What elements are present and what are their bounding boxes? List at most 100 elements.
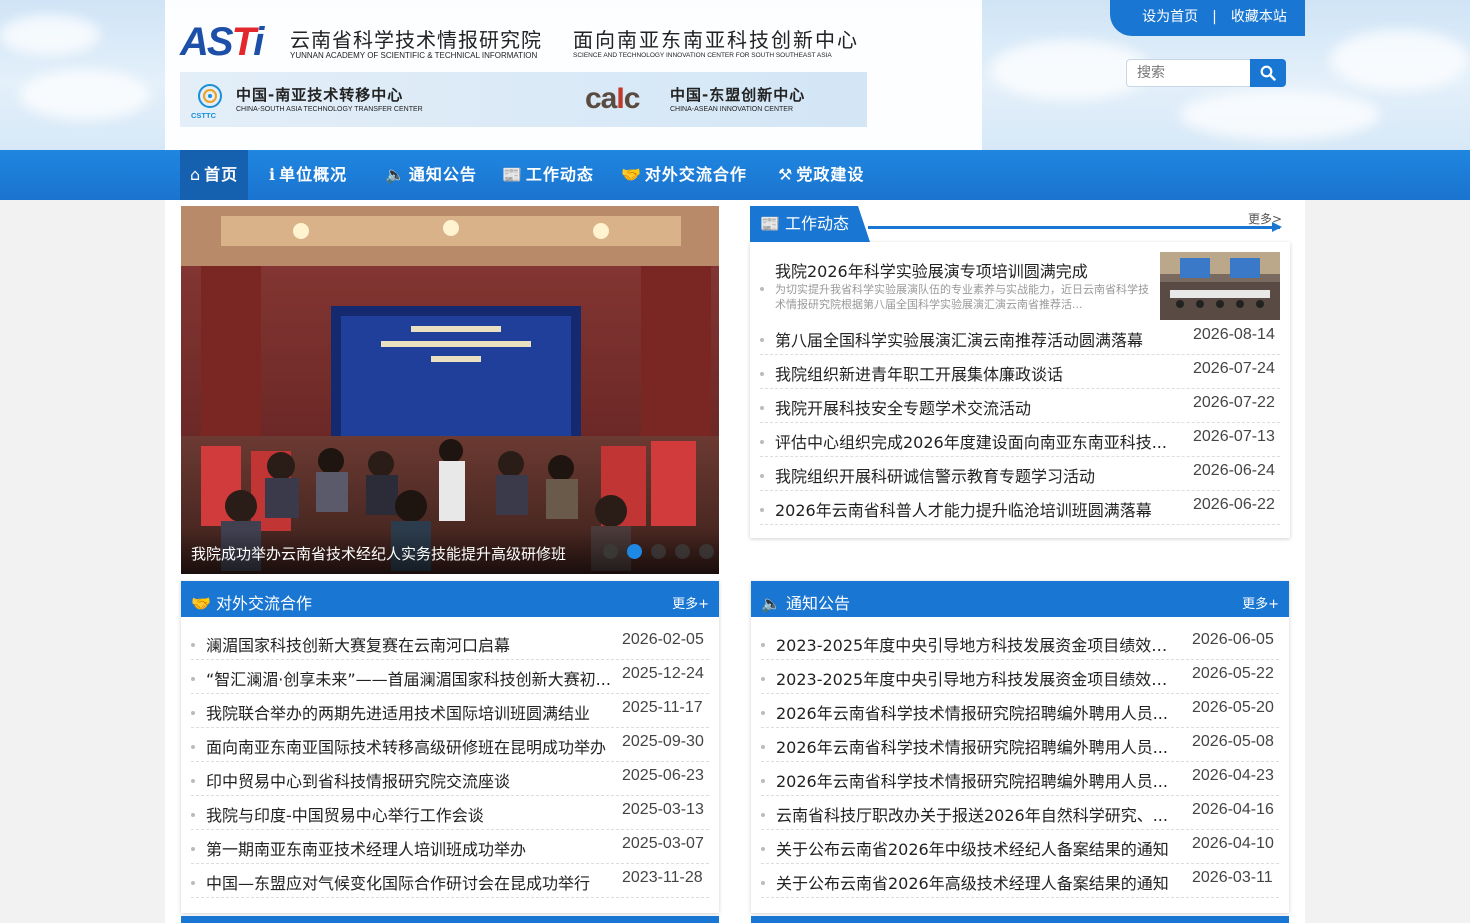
- search-icon: [1260, 65, 1276, 81]
- list-item[interactable]: 关于公布云南省2026年中级技术经纪人备案结果的通知 2026-04-10: [761, 830, 1279, 864]
- list-item-title[interactable]: 2026年云南省科普人才能力提升临沧培训班圆满落幕: [775, 497, 1170, 521]
- list-item[interactable]: 澜湄国家科技创新大赛复赛在云南河口启幕 2026-02-05: [191, 626, 709, 660]
- list-item-title[interactable]: 第一期南亚东南亚技术经理人培训班成功举办: [206, 836, 611, 860]
- caic-logo: caIc: [585, 82, 640, 115]
- list-item-title[interactable]: 我院组织开展科研诚信警示教育专题学习活动: [775, 463, 1170, 487]
- news-slider[interactable]: [181, 206, 719, 574]
- list-item[interactable]: 我院与印度-中国贸易中心举行工作会谈 2025-03-13: [191, 796, 709, 830]
- list-item[interactable]: 关于公布云南省2026年高级技术经理人备案结果的通知 2026-03-11: [761, 864, 1279, 898]
- list-item[interactable]: 中国—东盟应对气候变化国际合作研讨会在昆成功举行 2023-11-28: [191, 864, 709, 898]
- list-item[interactable]: 云南省科技厅职改办关于报送2026年自然科学研究、... 2026-04-16: [761, 796, 1279, 830]
- list-item[interactable]: 我院组织开展科研诚信警示教育专题学习活动 2026-06-24: [760, 457, 1280, 491]
- list-item-title[interactable]: 2026年云南省科学技术情报研究院招聘编外聘用人员...: [776, 700, 1178, 724]
- top-links-bar: 设为首页 | 收藏本站: [1110, 0, 1305, 36]
- slider-dot-5[interactable]: [699, 544, 714, 559]
- nav-item-about[interactable]: ℹ 单位概况: [269, 150, 347, 200]
- nav-item-notices[interactable]: 🔈 通知公告: [385, 150, 477, 200]
- list-item[interactable]: “智汇澜湄·创享未来”——首届澜湄国家科技创新大赛初... 2025-12-24: [191, 660, 709, 694]
- list-item-title[interactable]: 2023-2025年度中央引导地方科技发展资金项目绩效评...: [776, 632, 1178, 656]
- next-panel-header: [751, 916, 1289, 923]
- featured-news-thumbnail[interactable]: [1160, 252, 1280, 320]
- exchange-more-link[interactable]: 更多+: [672, 593, 709, 612]
- slider-dot-1[interactable]: [603, 544, 618, 559]
- list-item-title[interactable]: 我院开展科技安全专题学术交流活动: [775, 395, 1170, 419]
- list-item-title[interactable]: 2026年云南省科学技术情报研究院招聘编外聘用人员...: [776, 768, 1178, 792]
- list-item[interactable]: 我院开展科技安全专题学术交流活动 2026-07-22: [760, 389, 1280, 423]
- list-item-title[interactable]: 关于公布云南省2026年中级技术经纪人备案结果的通知: [776, 836, 1178, 860]
- list-item-title[interactable]: 我院与印度-中国贸易中心举行工作会谈: [206, 802, 611, 826]
- handshake-icon: 🤝: [621, 165, 642, 184]
- list-item-title[interactable]: 第八届全国科学实验展演汇演云南推荐活动圆满落幕: [775, 327, 1170, 351]
- volume-icon: 🔈: [385, 165, 406, 184]
- bullet-icon: [761, 711, 765, 715]
- list-item-title[interactable]: 澜湄国家科技创新大赛复赛在云南河口启幕: [206, 632, 611, 656]
- list-item-title[interactable]: 印中贸易中心到省科技情报研究院交流座谈: [206, 768, 611, 792]
- bullet-icon: [191, 711, 195, 715]
- list-item[interactable]: 2026年云南省科学技术情报研究院招聘编外聘用人员... 2026-05-08: [761, 728, 1279, 762]
- featured-news-title[interactable]: 我院2026年科学实验展演专项培训圆满完成: [775, 258, 1088, 282]
- list-item-title[interactable]: 评估中心组织完成2026年度建设面向南亚东南亚科技...: [775, 429, 1170, 453]
- exchange-panel-header: 🤝 对外交流合作 更多+: [181, 581, 719, 617]
- list-item-date: 2026-07-24: [1193, 360, 1275, 377]
- notices-panel-title[interactable]: 🔈 通知公告: [761, 590, 850, 614]
- list-item[interactable]: 2026年云南省科普人才能力提升临沧培训班圆满落幕 2026-06-22: [760, 491, 1280, 525]
- exchange-panel-title[interactable]: 🤝 对外交流合作: [191, 590, 312, 614]
- cstt-name-en: CHINA-SOUTH ASIA TECHNOLOGY TRANSFER CEN…: [236, 106, 423, 113]
- row-divider: [191, 897, 709, 898]
- list-item-title[interactable]: 我院组织新进青年职工开展集体廉政谈话: [775, 361, 1170, 385]
- list-item[interactable]: 评估中心组织完成2026年度建设面向南亚东南亚科技... 2026-07-13: [760, 423, 1280, 457]
- set-homepage-link[interactable]: 设为首页: [1142, 0, 1198, 36]
- bullet-icon: [760, 372, 764, 376]
- list-item[interactable]: 第八届全国科学实验展演汇演云南推荐活动圆满落幕 2026-08-14: [760, 321, 1280, 355]
- notices-panel-header: 🔈 通知公告 更多+: [751, 581, 1289, 617]
- cstt-name-cn: 中国-南亚技术转移中心: [236, 86, 404, 104]
- list-item[interactable]: 我院联合举办的两期先进适用技术国际培训班圆满结业 2025-11-17: [191, 694, 709, 728]
- slider-dot-2[interactable]: [627, 544, 642, 559]
- nav-item-party[interactable]: ⚒ 党政建设: [778, 150, 864, 200]
- list-item-date: 2025-03-13: [622, 801, 704, 818]
- nav-item-work-news[interactable]: 📰 工作动态: [502, 150, 594, 200]
- asti-logo[interactable]: ASTi: [180, 22, 264, 62]
- next-panel-header: [181, 916, 719, 923]
- notices-more-link[interactable]: 更多+: [1242, 593, 1279, 612]
- work-news-title[interactable]: 📰 工作动态: [750, 206, 870, 242]
- newspaper-icon: 📰: [502, 165, 523, 184]
- list-item[interactable]: 印中贸易中心到省科技情报研究院交流座谈 2025-06-23: [191, 762, 709, 796]
- search-input[interactable]: [1126, 59, 1250, 87]
- list-item-date: 2026-08-14: [1193, 326, 1275, 343]
- list-item-title[interactable]: 面向南亚东南亚国际技术转移高级研修班在昆明成功举办: [206, 734, 611, 758]
- list-item[interactable]: 面向南亚东南亚国际技术转移高级研修班在昆明成功举办 2025-09-30: [191, 728, 709, 762]
- list-item-date: 2026-05-22: [1192, 665, 1274, 682]
- bullet-icon: [761, 745, 765, 749]
- nav-item-home[interactable]: ⌂ 首页: [180, 150, 249, 200]
- caic-name-en: CHINA-ASEAN INNOVATION CENTER: [670, 106, 794, 113]
- list-item[interactable]: 2026年云南省科学技术情报研究院招聘编外聘用人员... 2026-04-23: [761, 762, 1279, 796]
- list-item[interactable]: 2023-2025年度中央引导地方科技发展资金项目绩效评... 2026-05-2…: [761, 660, 1279, 694]
- bullet-icon: [760, 440, 764, 444]
- bookmark-site-link[interactable]: 收藏本站: [1231, 0, 1287, 36]
- list-item-date: 2026-05-08: [1192, 733, 1274, 750]
- list-item[interactable]: 我院组织新进青年职工开展集体廉政谈话 2026-07-24: [760, 355, 1280, 389]
- nav-item-exchange[interactable]: 🤝 对外交流合作: [621, 150, 747, 200]
- list-item-date: 2026-02-05: [622, 631, 704, 648]
- search-button[interactable]: [1250, 59, 1286, 87]
- list-item-title[interactable]: 云南省科技厅职改办关于报送2026年自然科学研究、...: [776, 802, 1178, 826]
- list-item-title[interactable]: 中国—东盟应对气候变化国际合作研讨会在昆成功举行: [206, 870, 611, 894]
- list-item-title[interactable]: 我院联合举办的两期先进适用技术国际培训班圆满结业: [206, 700, 611, 724]
- work-news-more-link[interactable]: 更多>: [1248, 210, 1282, 227]
- list-item-title[interactable]: 2026年云南省科学技术情报研究院招聘编外聘用人员...: [776, 734, 1178, 758]
- slider-dot-4[interactable]: [675, 544, 690, 559]
- bullet-icon: [760, 508, 764, 512]
- slider-caption[interactable]: 我院成功举办云南省技术经纪人实务技能提升高级研修班: [191, 543, 566, 564]
- list-item[interactable]: 2023-2025年度中央引导地方科技发展资金项目绩效评... 2026-06-0…: [761, 626, 1279, 660]
- bullet-icon: [191, 847, 195, 851]
- list-item-title[interactable]: 2023-2025年度中央引导地方科技发展资金项目绩效评...: [776, 666, 1178, 690]
- bullet-icon: [760, 406, 764, 410]
- list-item-title[interactable]: “智汇澜湄·创享未来”——首届澜湄国家科技创新大赛初...: [206, 666, 611, 690]
- list-item-date: 2026-04-23: [1192, 767, 1274, 784]
- list-item-title[interactable]: 关于公布云南省2026年高级技术经理人备案结果的通知: [776, 870, 1178, 894]
- list-item-date: 2025-11-17: [622, 699, 703, 716]
- slider-dot-3[interactable]: [651, 544, 666, 559]
- list-item[interactable]: 第一期南亚东南亚技术经理人培训班成功举办 2025-03-07: [191, 830, 709, 864]
- list-item[interactable]: 2026年云南省科学技术情报研究院招聘编外聘用人员... 2026-05-20: [761, 694, 1279, 728]
